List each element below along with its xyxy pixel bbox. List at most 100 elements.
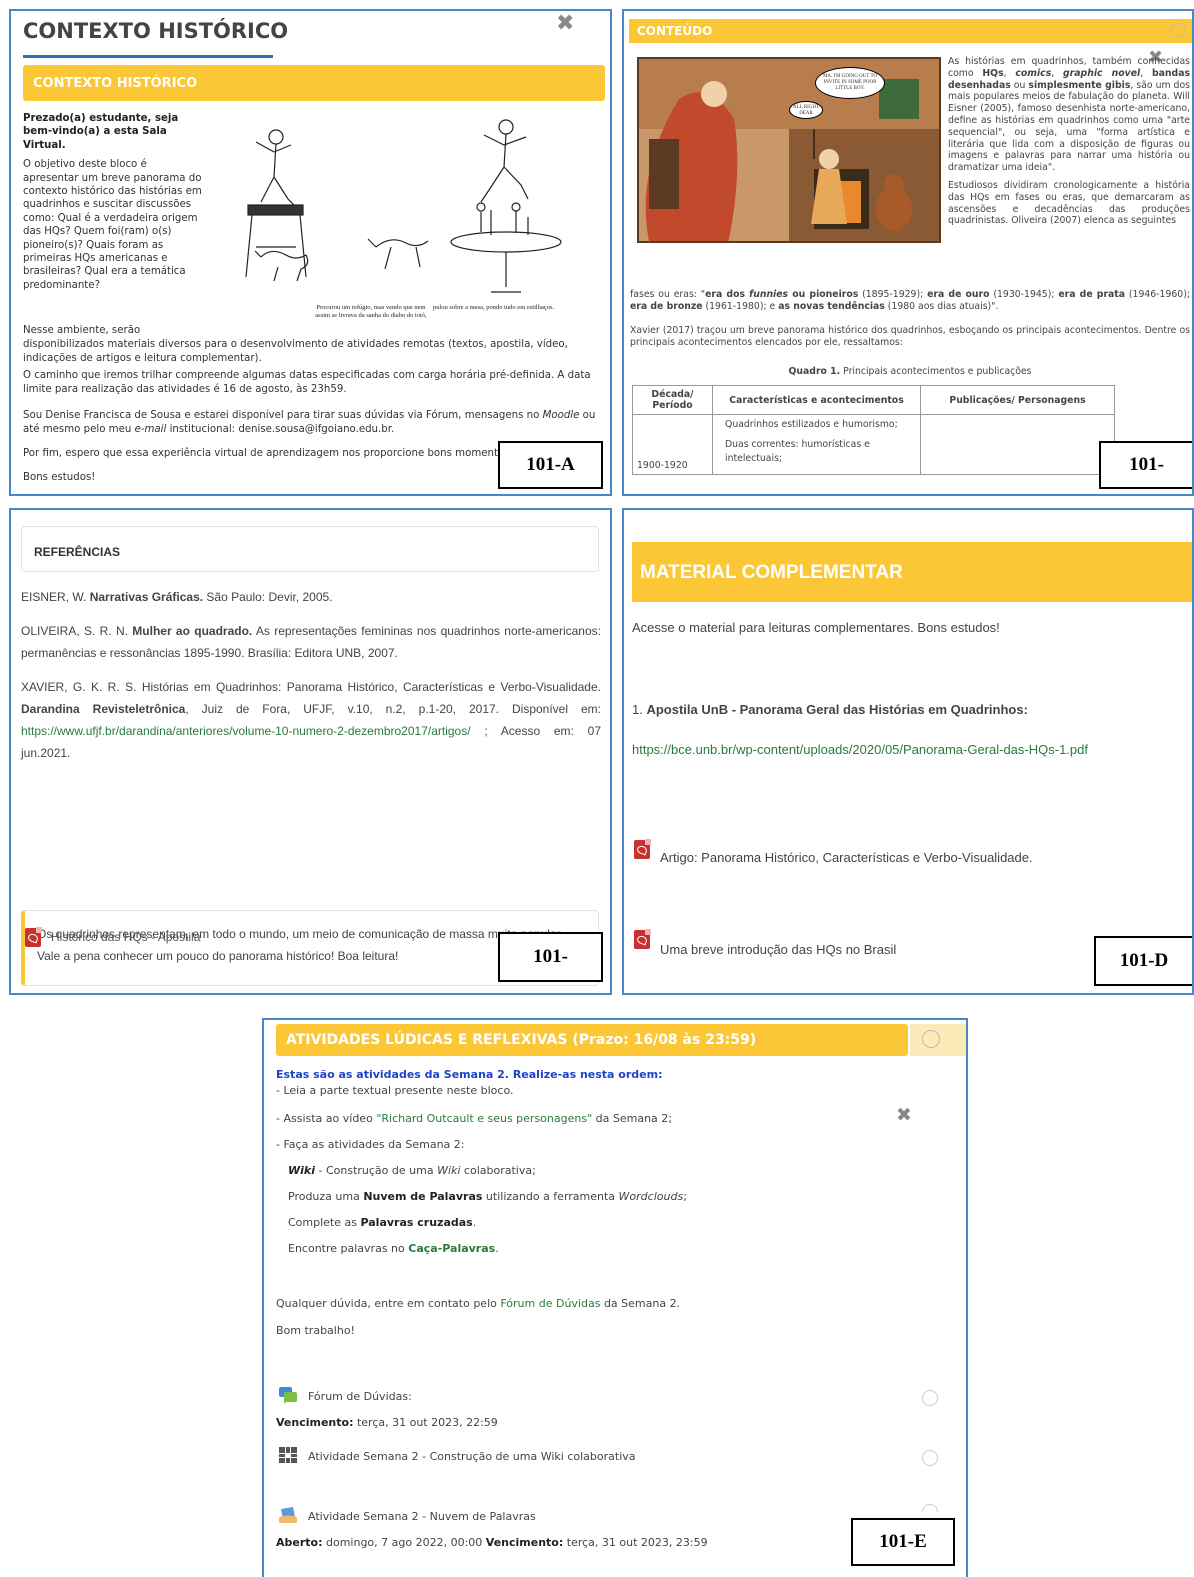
completion-circle-icon[interactable] xyxy=(1171,23,1186,38)
text: Produza uma xyxy=(288,1190,364,1203)
text: (1895-1929); xyxy=(858,289,928,300)
content-right-text: As histórias em quadrinhos, também conhe… xyxy=(948,56,1190,233)
greeting: Prezado(a) estudante, seja bem-vindo(a) … xyxy=(23,113,179,151)
para-environment-line1: Nesse ambiente, serão xyxy=(23,325,141,336)
section-header-bar: CONTEXTO HISTÓRICO xyxy=(23,65,605,101)
pdf-icon xyxy=(25,927,42,947)
caca-palavras-link[interactable]: Caça-Palavras xyxy=(408,1242,495,1255)
table-header: Características e acontecimentos xyxy=(712,385,921,415)
speech-bubble-reply: ALL RIGHT DEAR xyxy=(789,101,823,119)
illustration-caption-left: Procurou um refúgio, mas vendo que nem a… xyxy=(315,304,427,319)
text-italic: Wordclouds xyxy=(618,1190,684,1203)
resource-link-artigo[interactable]: Artigo: Panorama Histórico, Característi… xyxy=(660,850,1033,865)
activity-due: Vencimento: terça, 31 out 2023, 22:59 xyxy=(276,1416,498,1429)
activity-nuvem: Produza uma Nuvem de Palavras utilizando… xyxy=(288,1190,687,1203)
text-bold: HQs xyxy=(982,67,1004,79)
text: (1930-1945); xyxy=(989,289,1059,300)
panel-atividades: ATIVIDADES LÚDICAS E REFLEXIVAS (Prazo: … xyxy=(262,1018,968,1577)
text-bold-italic: comics xyxy=(1015,67,1052,79)
forum-icon xyxy=(279,1387,297,1404)
text: (1980 aos dias atuais)". xyxy=(884,300,999,312)
text-italic: Wiki xyxy=(437,1164,461,1177)
doubt-text: Qualquer dúvida, entre em contato pelo F… xyxy=(276,1297,680,1310)
panel-conteudo: CONTEÚDO ✖ MA. I'M GOING OUT TO INVITE I… xyxy=(622,9,1194,496)
table-row: 1900-1920 Quadrinhos estilizados e humor… xyxy=(632,414,1115,475)
step-item: - Faça as atividades da Semana 2: xyxy=(276,1138,465,1151)
text: Encontre palavras no xyxy=(288,1242,409,1255)
text-bold: Darandina Revisteletrônica xyxy=(21,702,186,716)
table-caption: Quadro 1. Principais acontecimentos e pu… xyxy=(630,366,1190,378)
text: São Paulo: Devir, 2005. xyxy=(203,590,333,604)
text-bold: ou pioneiros xyxy=(788,289,859,300)
speech-bubble: MA. I'M GOING OUT TO INVITE IN SOME POOR… xyxy=(815,67,885,99)
text-bold: Nuvem de Palavras xyxy=(363,1190,483,1203)
text-bold: simplesmente gibis xyxy=(1028,79,1131,91)
para-contact: Sou Denise Francisca de Sousa e estarei … xyxy=(23,409,603,437)
material-intro: Acesse o material para leituras compleme… xyxy=(632,620,1000,635)
contact-email: institucional: denise.sousa@ifgoiano.edu… xyxy=(166,424,395,435)
section-header-bar: MATERIAL COMPLEMENTAR xyxy=(632,542,1192,602)
paragraph-xavier: Xavier (2017) traçou um breve panorama h… xyxy=(630,325,1190,348)
completion-circle-icon[interactable] xyxy=(922,1030,940,1048)
text: fases ou eras: " xyxy=(630,289,706,300)
close-icon[interactable]: ✖ xyxy=(556,11,574,36)
text-bold: era de bronze xyxy=(630,300,703,312)
text: - Assista ao vídeo xyxy=(276,1112,377,1125)
open-date: domingo, 7 ago 2022, 00:00 xyxy=(322,1536,486,1549)
text: Complete as xyxy=(288,1216,361,1229)
text-bold: era dos xyxy=(705,289,750,300)
text-bold-italic: graphic novel xyxy=(1063,67,1141,79)
text: colaborativa; xyxy=(460,1164,536,1177)
text: , Juiz de Fora, UFJF, v.10, n.2, p.1-20,… xyxy=(185,702,601,716)
table-cell-events: Quadrinhos estilizados e humorismo; Duas… xyxy=(712,414,921,475)
text-bold: Mulher ao quadrado. xyxy=(132,624,253,638)
figure-tag: 101-D xyxy=(1094,936,1192,986)
reference-link[interactable]: https://www.ufjf.br/darandina/anteriores… xyxy=(21,724,471,738)
table-header: Publicações/ Personagens xyxy=(920,385,1115,415)
completion-circle-icon[interactable] xyxy=(922,1504,938,1512)
due-date: terça, 31 out 2023, 22:59 xyxy=(353,1416,498,1429)
close-icon[interactable]: ✖ xyxy=(896,1104,912,1126)
comic-illustration: MA. I'M GOING OUT TO INVITE IN SOME POOR… xyxy=(637,57,941,243)
forum-link[interactable]: Fórum de Dúvidas xyxy=(500,1297,600,1310)
pdf-link[interactable]: https://bce.unb.br/wp-content/uploads/20… xyxy=(632,742,1088,757)
table-header-row: Década/ Período Características e aconte… xyxy=(632,385,1115,415)
section-header-bar: CONTEÚDO xyxy=(629,19,1192,43)
activity-nuvem-link[interactable]: Atividade Semana 2 - Nuvem de Palavras xyxy=(308,1510,536,1523)
text-bold-italic: funnies xyxy=(749,289,789,300)
text-bold: era de prata xyxy=(1058,289,1126,300)
text: ou xyxy=(1010,79,1029,91)
bye-text: Bom trabalho! xyxy=(276,1324,355,1337)
list-item: Duas correntes: humorísticas e intelectu… xyxy=(725,439,870,464)
resource-link-introducao[interactable]: Uma breve introdução das HQs no Brasil xyxy=(660,942,896,957)
section-header-bar: ATIVIDADES LÚDICAS E REFLEXIVAS (Prazo: … xyxy=(276,1024,908,1056)
material-item-1: 1. Apostila UnB - Panorama Geral das His… xyxy=(632,702,1028,717)
reference-item: XAVIER, G. K. R. S. Histórias em Quadrin… xyxy=(21,676,601,764)
intro-text: O objetivo deste bloco é apresentar um b… xyxy=(23,159,202,291)
figure-tag: 101-A xyxy=(498,441,603,489)
completion-circle-icon[interactable] xyxy=(922,1450,938,1466)
para-environment: Nesse ambiente, serão disponibilizados m… xyxy=(23,324,603,366)
due-label: Vencimento: xyxy=(485,1536,564,1549)
figure-tag: 101-E xyxy=(851,1518,955,1566)
activity-wiki: Wiki - Construção de uma Wiki colaborati… xyxy=(288,1164,536,1177)
text: EISNER, W. xyxy=(21,590,90,604)
table-header: Década/ Período xyxy=(632,385,713,415)
dog-chase-illustration xyxy=(245,119,562,293)
activity-forum-link[interactable]: Fórum de Dúvidas: xyxy=(308,1390,412,1403)
text: XAVIER, G. K. R. S. Histórias em Quadrin… xyxy=(21,680,601,694)
material-link: https://bce.unb.br/wp-content/uploads/20… xyxy=(632,742,1088,757)
item-number: 1. xyxy=(632,702,647,717)
text: Qualquer dúvida, entre em contato pelo xyxy=(276,1297,501,1310)
paragraph-eras: fases ou eras: "era dos funnies ou pione… xyxy=(630,289,1190,313)
resource-link-apostila[interactable]: Histórico das HQs - Apostila xyxy=(51,930,200,944)
item-title: Apostila UnB - Panorama Geral das Histór… xyxy=(646,702,1028,717)
text-bold: Palavras cruzadas xyxy=(360,1216,473,1229)
pdf-icon xyxy=(634,929,651,949)
video-link[interactable]: "Richard Outcault e seus personagens" xyxy=(376,1112,592,1125)
completion-circle-icon[interactable] xyxy=(922,1390,938,1406)
panel-contexto-historico: CONTEXTO HISTÓRICO ✖ CONTEXTO HISTÓRICO … xyxy=(9,9,612,496)
wiki-icon xyxy=(279,1447,297,1463)
activity-wiki-link[interactable]: Atividade Semana 2 - Construção de uma W… xyxy=(308,1450,636,1463)
text-bold: as novas tendências xyxy=(778,300,885,312)
